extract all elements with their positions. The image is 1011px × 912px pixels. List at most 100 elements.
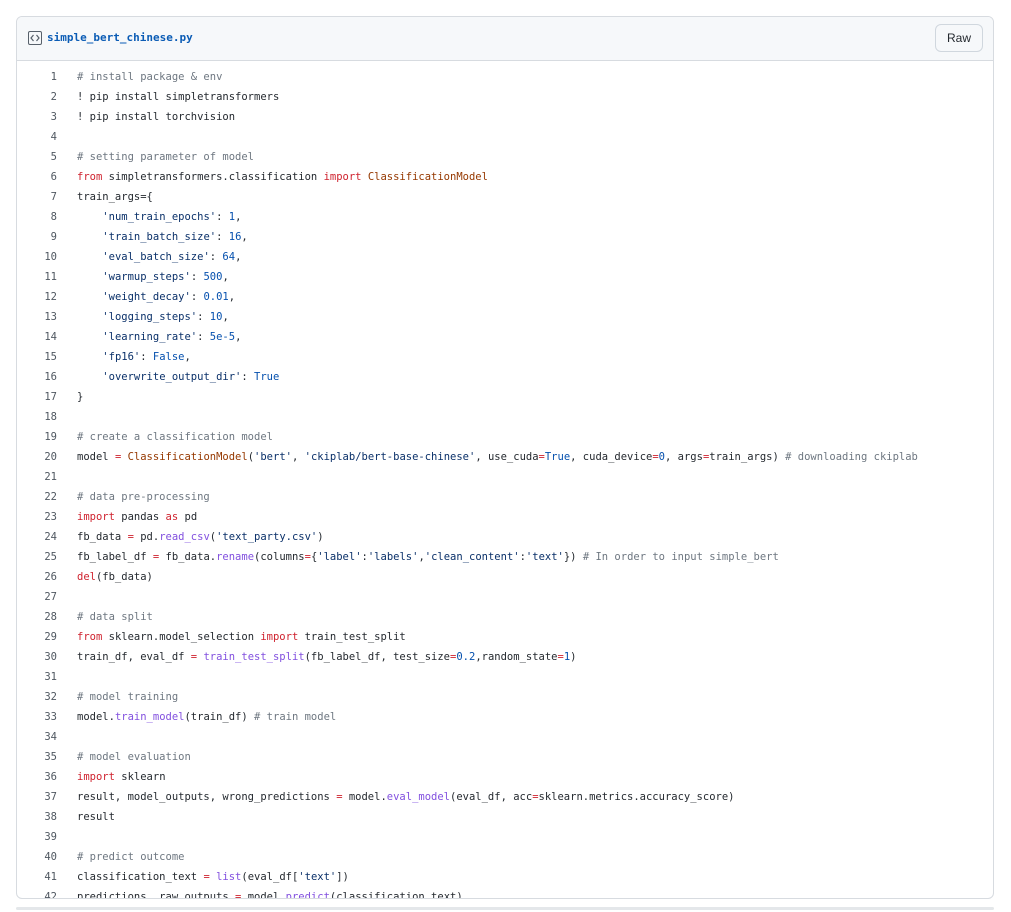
line-number[interactable]: 25 (17, 547, 57, 567)
line-number[interactable]: 39 (17, 827, 57, 847)
code-line: 22 # data pre-processing (17, 487, 993, 507)
line-number[interactable]: 15 (17, 347, 57, 367)
code-text: result (77, 807, 115, 827)
code-token: # predict outcome (77, 851, 185, 863)
code-line: 18 (17, 407, 993, 427)
line-number[interactable]: 17 (17, 387, 57, 407)
code-token: : (241, 371, 255, 383)
code-line: 15 'fp16': False, (17, 347, 993, 367)
raw-button[interactable]: Raw (935, 24, 983, 52)
code-token: 'text_party.csv' (216, 531, 318, 543)
line-number[interactable]: 7 (17, 187, 57, 207)
code-line: 29 from sklearn.model_selection import tr… (17, 627, 993, 647)
code-token: result, model_outputs, wrong_predictions (77, 791, 337, 803)
line-number[interactable]: 22 (17, 487, 57, 507)
line-number[interactable]: 9 (17, 227, 57, 247)
line-number[interactable]: 28 (17, 607, 57, 627)
line-number[interactable]: 12 (17, 287, 57, 307)
line-number[interactable]: 19 (17, 427, 57, 447)
code-line: 12 'weight_decay': 0.01, (17, 287, 993, 307)
code-line: 26 del(fb_data) (17, 567, 993, 587)
code-token: 'weight_decay' (102, 291, 191, 303)
code-token: train_test_split (203, 651, 305, 663)
line-number[interactable]: 32 (17, 687, 57, 707)
code-line: 37 result, model_outputs, wrong_predictio… (17, 787, 993, 807)
code-token: : (140, 351, 153, 363)
code-text: 'eval_batch_size': 64, (77, 247, 241, 267)
code-token: 'text' (525, 551, 564, 563)
line-number[interactable]: 42 (17, 887, 57, 898)
code-text: model = ClassificationModel('bert', 'cki… (77, 447, 918, 467)
code-token: model (77, 451, 115, 463)
code-line: 4 (17, 127, 993, 147)
line-number[interactable]: 40 (17, 847, 57, 867)
code-token: import (323, 171, 362, 183)
file-name-link[interactable]: simple_bert_chinese.py (47, 31, 193, 45)
line-number[interactable]: 29 (17, 627, 57, 647)
line-number[interactable]: 26 (17, 567, 57, 587)
code-text: 'overwrite_output_dir': True (77, 367, 279, 387)
line-number[interactable]: 18 (17, 407, 57, 427)
line-number[interactable]: 34 (17, 727, 57, 747)
line-number[interactable]: 3 (17, 107, 57, 127)
line-number[interactable]: 31 (17, 667, 57, 687)
line-number[interactable]: 23 (17, 507, 57, 527)
code-token: model. (241, 891, 286, 899)
code-token: from (77, 171, 103, 183)
horizontal-scrollbar[interactable] (16, 907, 994, 910)
line-number[interactable]: 20 (17, 447, 57, 467)
line-number[interactable]: 10 (17, 247, 57, 267)
code-token: # model training (77, 691, 179, 703)
code-text: 'logging_steps': 10, (77, 307, 229, 327)
code-text: # predict outcome (77, 847, 184, 867)
line-number[interactable]: 37 (17, 787, 57, 807)
code-token: , (222, 311, 229, 323)
code-line: 20 model = ClassificationModel('bert', 'c… (17, 447, 993, 467)
line-number[interactable]: 24 (17, 527, 57, 547)
line-number[interactable]: 21 (17, 467, 57, 487)
code-token: (fb_data) (95, 571, 153, 583)
line-number[interactable]: 33 (17, 707, 57, 727)
line-number[interactable]: 5 (17, 147, 57, 167)
code-token: 0.01 (203, 291, 229, 303)
line-number[interactable]: 1 (17, 67, 57, 87)
code-text: # data pre-processing (77, 487, 210, 507)
code-token: (columns (254, 551, 305, 563)
code-token: # downloading ckiplab (785, 451, 918, 463)
line-number[interactable]: 38 (17, 807, 57, 827)
code-line: 8 'num_train_epochs': 1, (17, 207, 993, 227)
code-text: # create a classification model (77, 427, 273, 447)
code-line: 1 # install package & env (17, 67, 993, 87)
code-line: 38 result (17, 807, 993, 827)
code-line: 3 ! pip install torchvision (17, 107, 993, 127)
line-number[interactable]: 13 (17, 307, 57, 327)
code-token: 'warmup_steps' (102, 271, 191, 283)
code-token: 16 (228, 231, 242, 243)
line-number[interactable]: 41 (17, 867, 57, 887)
line-number[interactable]: 11 (17, 267, 57, 287)
line-number[interactable]: 16 (17, 367, 57, 387)
code-token: 64 (222, 251, 236, 263)
line-number[interactable]: 2 (17, 87, 57, 107)
code-text: # data split (77, 607, 153, 627)
code-token: } (77, 391, 84, 403)
code-token: : (197, 311, 210, 323)
code-token: 5e-5 (209, 331, 236, 343)
line-number[interactable]: 30 (17, 647, 57, 667)
line-number[interactable]: 14 (17, 327, 57, 347)
code-token: True (544, 451, 571, 463)
code-token: train_df, eval_df (77, 651, 191, 663)
line-number[interactable]: 27 (17, 587, 57, 607)
line-number[interactable]: 8 (17, 207, 57, 227)
line-number[interactable]: 4 (17, 127, 57, 147)
code-token: # install package & env (77, 71, 223, 83)
line-number[interactable]: 6 (17, 167, 57, 187)
code-token: , cuda_device (570, 451, 653, 463)
line-number[interactable]: 36 (17, 767, 57, 787)
code-view: 1 # install package & env 2 ! pip install s… (17, 61, 993, 898)
line-number[interactable]: 35 (17, 747, 57, 767)
code-text: 'num_train_epochs': 1, (77, 207, 241, 227)
code-token: 'clean_content' (424, 551, 520, 563)
code-token: fb_data. (159, 551, 217, 563)
